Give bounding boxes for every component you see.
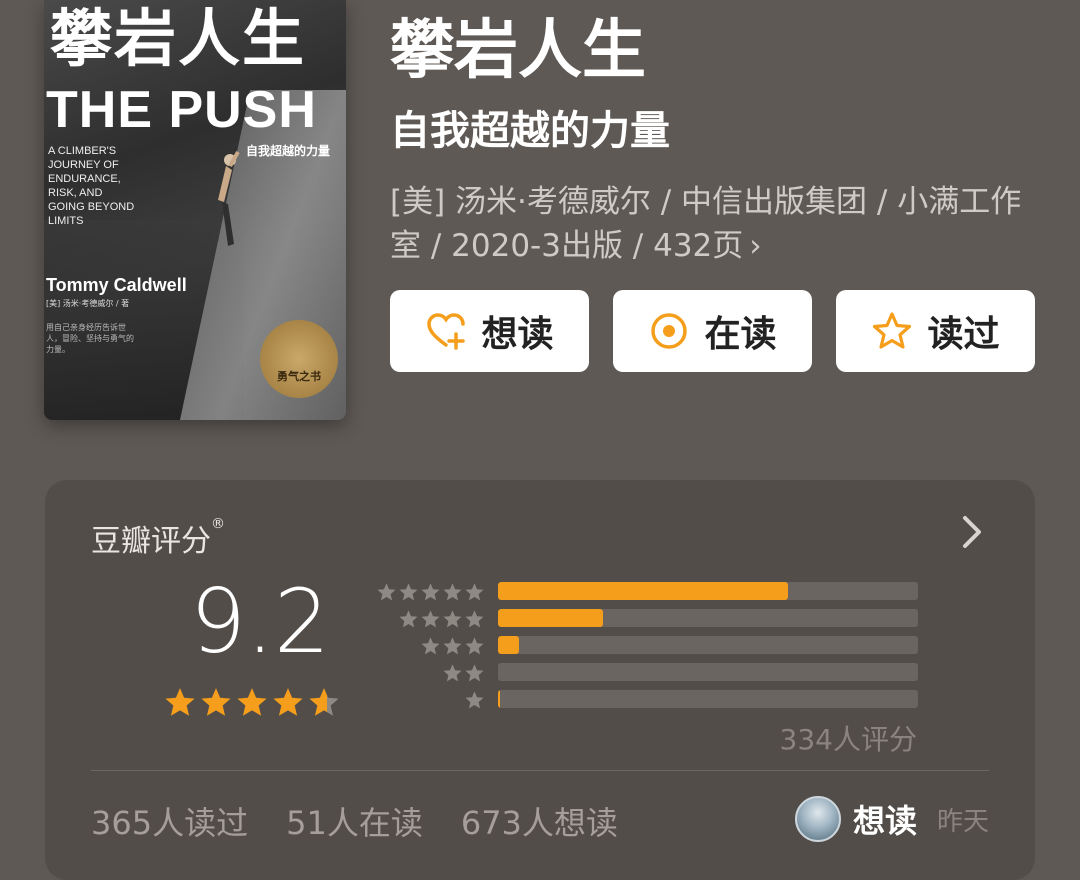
book-meta-text: [美] 汤米·考德威尔 / 中信出版集团 / 小满工作室 / 2020-3出版 … bbox=[390, 184, 1022, 264]
cover-title-cn: 攀岩人生 bbox=[50, 2, 307, 75]
star-outline-icon bbox=[873, 312, 912, 349]
rating-bar-track bbox=[498, 609, 918, 627]
rating-bar-fill bbox=[498, 609, 603, 627]
have-read-button[interactable]: 读过 bbox=[836, 290, 1035, 372]
rating-bar-stars bbox=[375, 663, 485, 684]
small-star-icon bbox=[465, 610, 484, 628]
target-icon bbox=[651, 313, 688, 349]
friend-activity[interactable]: 想读 昨天 bbox=[794, 796, 989, 842]
rating-bar-stars bbox=[375, 636, 485, 657]
stat-want[interactable]: 673人想读 bbox=[461, 798, 618, 844]
small-star-icon bbox=[399, 610, 418, 628]
cover-title-en: THE PUSH bbox=[46, 81, 317, 139]
small-star-icon bbox=[465, 637, 484, 655]
rating-bar-fill bbox=[498, 690, 500, 708]
want-to-read-label: 想读 bbox=[481, 314, 554, 355]
star-icon bbox=[309, 688, 339, 716]
small-star-icon bbox=[443, 583, 462, 601]
small-star-icon bbox=[399, 583, 418, 601]
small-star-icon bbox=[443, 664, 462, 682]
small-star-icon bbox=[421, 583, 440, 601]
cover-seal: 勇气之书 bbox=[260, 320, 338, 398]
reading-button[interactable]: 在读 bbox=[613, 290, 812, 372]
divider bbox=[91, 770, 989, 771]
rating-bar-fill bbox=[498, 636, 519, 654]
small-star-icon bbox=[377, 583, 396, 601]
friend-action: 想读 bbox=[852, 802, 917, 840]
want-to-read-button[interactable]: 想读 bbox=[390, 290, 589, 372]
cover-blurb: 用自己亲身经历告诉世人，冒险、坚持与勇气的力量。 bbox=[46, 323, 134, 354]
chevron-right-icon: › bbox=[749, 228, 762, 264]
rating-title: 豆瓣评分® bbox=[91, 516, 225, 560]
cover-credit: [美] 汤米·考德威尔 / 著 bbox=[46, 299, 130, 308]
rating-bar-track bbox=[498, 663, 918, 681]
reading-label: 在读 bbox=[704, 314, 777, 355]
small-star-icon bbox=[443, 637, 462, 655]
small-star-icon bbox=[421, 637, 440, 655]
book-subtitle: 自我超越的力量 bbox=[390, 108, 670, 154]
action-buttons: 想读 在读 读过 bbox=[390, 290, 1035, 372]
reader-stats: 365人读过 51人在读 673人想读 bbox=[91, 798, 618, 844]
rating-count: 334人评分 bbox=[779, 723, 917, 756]
stat-read[interactable]: 365人读过 bbox=[91, 798, 248, 844]
avatar bbox=[794, 796, 841, 842]
rating-bar-track bbox=[498, 690, 918, 708]
small-star-icon bbox=[465, 583, 484, 601]
small-star-icon bbox=[465, 664, 484, 682]
chevron-right-icon[interactable] bbox=[959, 512, 985, 552]
climber-figure bbox=[212, 151, 240, 246]
rating-bar-track bbox=[498, 636, 918, 654]
book-meta[interactable]: [美] 汤米·考德威尔 / 中信出版集团 / 小满工作室 / 2020-3出版 … bbox=[390, 180, 1040, 268]
stat-reading[interactable]: 51人在读 bbox=[286, 798, 423, 844]
rating-bar-stars bbox=[375, 582, 485, 603]
rating-card[interactable]: 豆瓣评分® 9.2 334人评分 365人读过 51人在读 673人想读 想读 … bbox=[45, 480, 1035, 880]
have-read-label: 读过 bbox=[927, 314, 1000, 355]
star-icon bbox=[273, 688, 303, 716]
small-star-icon bbox=[465, 691, 484, 709]
cover-subtitle-en: A CLIMBER'S JOURNEY OF ENDURANCE, RISK, … bbox=[48, 145, 135, 227]
book-title: 攀岩人生 bbox=[390, 14, 646, 88]
heart-plus-icon bbox=[427, 313, 466, 350]
rating-bar-stars bbox=[375, 690, 485, 711]
book-cover[interactable]: 攀岩人生 THE PUSH 自我超越的力量 A CLIMBER'S JOURNE… bbox=[44, 0, 346, 420]
star-icon bbox=[201, 688, 231, 716]
small-star-icon bbox=[421, 610, 440, 628]
star-icon bbox=[165, 688, 195, 716]
registered-mark: ® bbox=[211, 516, 225, 532]
cover-author: Tommy Caldwell bbox=[46, 275, 187, 295]
rating-score: 9.2 bbox=[190, 570, 330, 673]
rating-bar-stars bbox=[375, 609, 485, 630]
cover-seal-text: 勇气之书 bbox=[277, 370, 321, 383]
small-star-icon bbox=[443, 610, 462, 628]
rating-stars bbox=[163, 686, 341, 720]
rating-title-text: 豆瓣评分 bbox=[91, 524, 211, 559]
star-icon bbox=[237, 688, 267, 716]
rating-bar-track bbox=[498, 582, 918, 600]
friend-time: 昨天 bbox=[936, 806, 989, 837]
rating-bar-fill bbox=[498, 582, 788, 600]
cover-subtitle-cn: 自我超越的力量 bbox=[246, 144, 331, 158]
